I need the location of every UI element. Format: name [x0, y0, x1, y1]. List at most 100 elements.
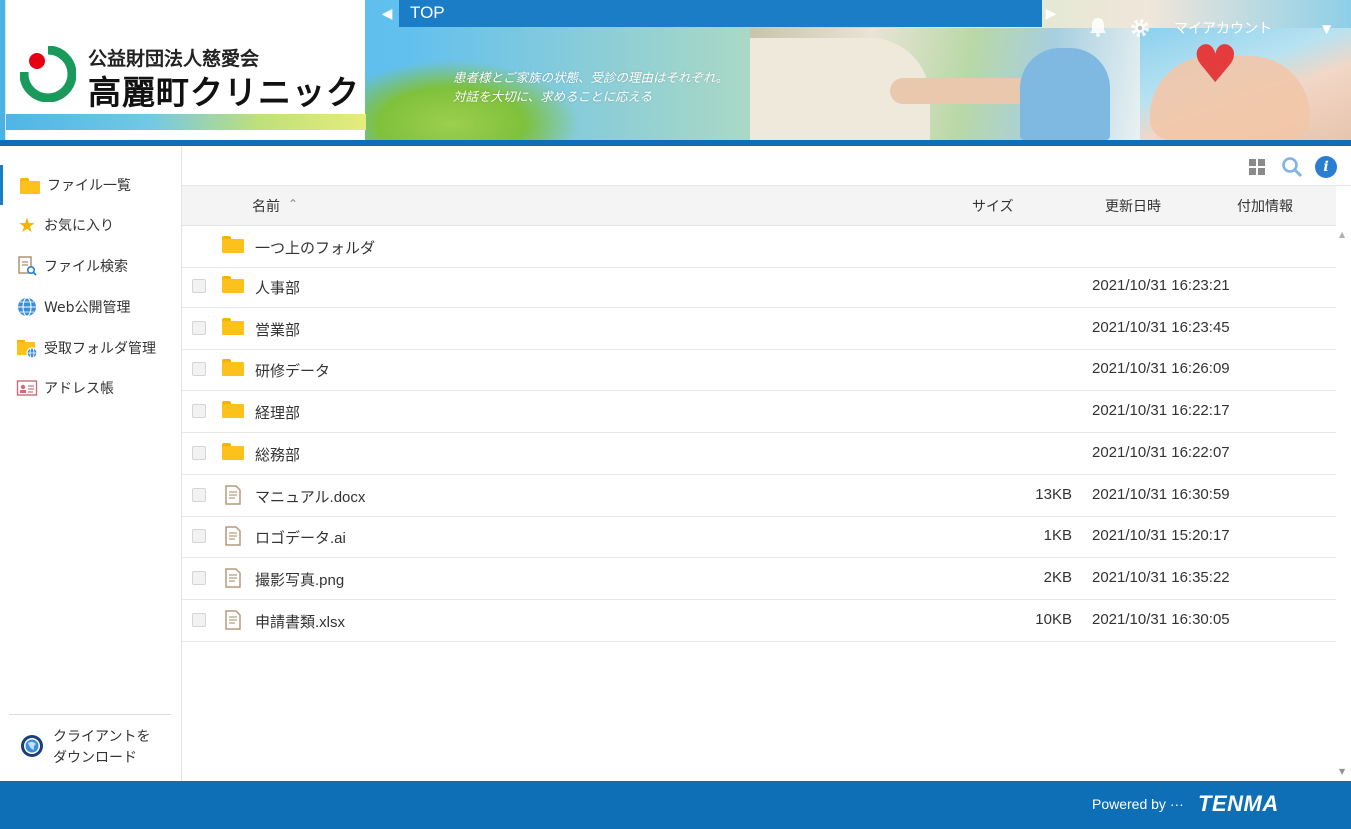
- parent-folder-label[interactable]: 一つ上のフォルダ: [255, 237, 375, 258]
- grid-view-icon[interactable]: [1248, 158, 1266, 176]
- file-size: 2KB: [1043, 569, 1072, 586]
- sidebar-item-web-publish[interactable]: Web公開管理: [0, 287, 181, 327]
- file-date: 2021/10/31 16:30:05: [1092, 611, 1230, 628]
- nav-title: TOP: [410, 3, 445, 22]
- document-icon: [225, 610, 241, 630]
- row-checkbox[interactable]: [192, 404, 206, 418]
- clinic-logo-icon: [20, 46, 76, 102]
- gear-icon[interactable]: [1128, 16, 1152, 40]
- nav-back-button[interactable]: ◀: [377, 0, 397, 27]
- row-checkbox[interactable]: [192, 529, 206, 543]
- file-name[interactable]: 総務部: [255, 444, 300, 465]
- table-row[interactable]: 総務部 2021/10/31 16:22:07: [182, 433, 1336, 475]
- file-name[interactable]: ロゴデータ.ai: [255, 527, 346, 548]
- clinic-name: 高麗町クリニック: [88, 73, 360, 112]
- sidebar-item-label: Web公開管理: [44, 300, 131, 316]
- file-date: 2021/10/31 15:20:17: [1092, 527, 1230, 544]
- file-name[interactable]: 研修データ: [255, 360, 330, 381]
- file-table-header: 名前 ⌃ サイズ 更新日時 付加情報: [182, 186, 1336, 226]
- file-toolbar: i: [182, 146, 1351, 186]
- sidebar-divider: [9, 714, 171, 715]
- column-header-size[interactable]: サイズ: [972, 196, 1014, 216]
- column-header-name[interactable]: 名前: [252, 196, 280, 216]
- sidebar-item-receive-folder[interactable]: 受取フォルダ管理: [0, 328, 181, 368]
- sidebar: ファイル一覧 ★ お気に入り ファイル検索 Web公開管理 受取フォルダ管理 ア…: [0, 146, 182, 781]
- sidebar-item-address-book[interactable]: アドレス帳: [0, 368, 181, 408]
- column-header-extra-info[interactable]: 付加情報: [1237, 196, 1293, 216]
- sidebar-item-label: ファイル一覧: [47, 178, 131, 194]
- scroll-down-arrow[interactable]: ▼: [1339, 767, 1345, 776]
- info-icon[interactable]: i: [1315, 156, 1337, 178]
- client-download-label-2: ダウンロード: [53, 750, 137, 766]
- folder-icon: [222, 401, 244, 421]
- banner-tagline: 患者様とご家族の状態、受診の理由はそれぞれ。 対話を大切に、求めることに応える: [453, 68, 728, 106]
- document-icon: [225, 526, 241, 546]
- file-name[interactable]: 経理部: [255, 402, 300, 423]
- row-checkbox[interactable]: [192, 571, 206, 585]
- file-name[interactable]: 人事部: [255, 277, 300, 298]
- chevron-down-icon[interactable]: ▼: [1322, 22, 1331, 36]
- file-date: 2021/10/31 16:23:45: [1092, 319, 1230, 336]
- file-size: 10KB: [1035, 611, 1072, 628]
- folder-icon: [19, 174, 41, 196]
- scroll-up-arrow[interactable]: ▲: [1339, 230, 1345, 239]
- client-download-icon: [21, 735, 43, 757]
- file-name[interactable]: 撮影写真.png: [255, 569, 344, 590]
- logo-wave-decoration: [6, 114, 366, 130]
- footer-bar: Powered by ··· TENMA: [0, 781, 1351, 829]
- globe-icon: [18, 297, 36, 317]
- sidebar-item-label: 受取フォルダ管理: [44, 341, 156, 357]
- folder-icon: [222, 318, 244, 338]
- row-checkbox[interactable]: [192, 488, 206, 502]
- sidebar-item-file-list[interactable]: ファイル一覧: [0, 165, 181, 205]
- table-row[interactable]: 研修データ 2021/10/31 16:26:09: [182, 349, 1336, 391]
- sidebar-item-label: アドレス帳: [44, 381, 114, 397]
- row-checkbox[interactable]: [192, 279, 206, 293]
- table-row[interactable]: 人事部 2021/10/31 16:23:21: [182, 266, 1336, 308]
- powered-by-label: Powered by ···: [1092, 796, 1184, 812]
- bell-icon[interactable]: [1088, 16, 1108, 38]
- file-name[interactable]: 申請書類.xlsx: [255, 611, 345, 632]
- table-row[interactable]: 経理部 2021/10/31 16:22:17: [182, 391, 1336, 433]
- sidebar-item-favorites[interactable]: ★ お気に入り: [0, 205, 181, 245]
- row-checkbox[interactable]: [192, 613, 206, 627]
- table-row[interactable]: 申請書類.xlsx 10KB 2021/10/31 16:30:05: [182, 600, 1336, 642]
- client-download-link[interactable]: クライアントを ダウンロード: [18, 726, 178, 770]
- sort-ascending-icon[interactable]: ⌃: [288, 197, 298, 211]
- brand-logo[interactable]: TENMA: [1198, 791, 1279, 817]
- search-icon[interactable]: [1281, 156, 1303, 178]
- row-checkbox[interactable]: [192, 446, 206, 460]
- table-row[interactable]: ロゴデータ.ai 1KB 2021/10/31 15:20:17: [182, 516, 1336, 558]
- clinic-logo-area[interactable]: 公益財団法人慈愛会 高麗町クリニック: [5, 0, 366, 140]
- file-date: 2021/10/31 16:22:07: [1092, 444, 1230, 461]
- folder-icon: [222, 359, 244, 379]
- file-date: 2021/10/31 16:35:22: [1092, 569, 1230, 586]
- star-icon: ★: [18, 213, 36, 237]
- folder-icon: [222, 443, 244, 463]
- sidebar-item-label: お気に入り: [44, 218, 114, 234]
- row-checkbox[interactable]: [192, 362, 206, 376]
- folder-globe-icon: [17, 340, 38, 359]
- table-row[interactable]: 撮影写真.png 2KB 2021/10/31 16:35:22: [182, 558, 1336, 600]
- table-row[interactable]: マニュアル.docx 13KB 2021/10/31 16:30:59: [182, 475, 1336, 517]
- folder-icon: [222, 276, 244, 296]
- tagline-line-1: 患者様とご家族の状態、受診の理由はそれぞれ。: [453, 70, 729, 85]
- file-list: 一つ上のフォルダ 人事部 2021/10/31 16:23:21 営業部 202…: [182, 226, 1336, 781]
- column-header-date[interactable]: 更新日時: [1105, 196, 1161, 216]
- banner-care-photo: [750, 28, 1140, 140]
- parent-folder-row[interactable]: 一つ上のフォルダ: [182, 226, 1336, 268]
- sidebar-item-file-search[interactable]: ファイル検索: [0, 246, 181, 286]
- vertical-scrollbar[interactable]: [1336, 226, 1351, 781]
- file-date: 2021/10/31 16:30:59: [1092, 486, 1230, 503]
- folder-icon: [222, 236, 244, 256]
- row-checkbox[interactable]: [192, 321, 206, 335]
- client-download-label-1: クライアントを: [53, 729, 151, 745]
- file-name[interactable]: マニュアル.docx: [255, 486, 365, 507]
- nav-forward-button[interactable]: ▶: [1043, 0, 1059, 27]
- my-account-menu[interactable]: マイアカウント: [1174, 18, 1272, 38]
- file-size: 13KB: [1035, 486, 1072, 503]
- document-icon: [225, 485, 241, 505]
- table-row[interactable]: 営業部 2021/10/31 16:23:45: [182, 308, 1336, 350]
- tagline-line-2: 対話を大切に、求めることに応える: [453, 89, 653, 104]
- file-name[interactable]: 営業部: [255, 319, 300, 340]
